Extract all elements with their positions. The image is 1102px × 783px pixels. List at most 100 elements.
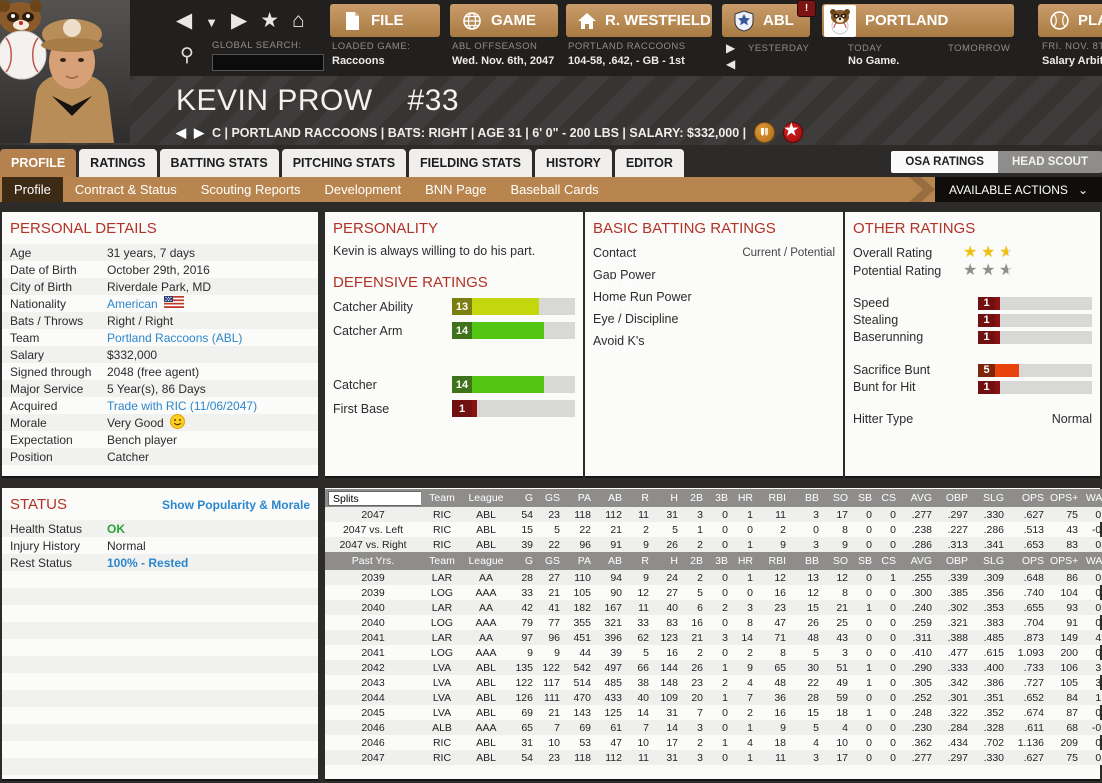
column-header[interactable]: Team	[421, 552, 463, 570]
stat-cell: 1	[866, 676, 872, 689]
manager-menu-button[interactable]: R. WESTFIELD	[566, 4, 712, 37]
prev-day-arrow-icon[interactable]: ◀	[726, 57, 735, 71]
column-header[interactable]: AVG	[899, 552, 935, 570]
tab-fielding-stats[interactable]: FIELDING STATS	[409, 149, 532, 177]
search-icon[interactable]: ⚲	[180, 44, 194, 67]
column-header[interactable]: WAR	[1081, 552, 1102, 570]
detail-link[interactable]: Portland Raccoons (ABL)	[107, 331, 242, 345]
stat-cell: LAR	[421, 600, 463, 615]
column-header[interactable]: SB	[851, 489, 875, 507]
column-header[interactable]: SLG	[971, 489, 1007, 507]
team-menu-button[interactable]: PORTLAND	[822, 4, 1014, 37]
stat-cell: 77	[548, 616, 560, 629]
league-alert-badge[interactable]: !	[797, 0, 816, 17]
column-header[interactable]: R	[625, 489, 652, 507]
next-day-arrow-icon[interactable]: ▶	[726, 41, 735, 55]
column-header[interactable]: HR	[731, 552, 756, 570]
column-header[interactable]: AB	[594, 489, 625, 507]
column-header[interactable]: OBP	[935, 489, 971, 507]
column-header[interactable]: OBP	[935, 552, 971, 570]
stat-cell: .702	[983, 736, 1004, 749]
subtab-profile[interactable]: Profile	[2, 177, 63, 202]
column-header[interactable]: 3B	[706, 489, 731, 507]
subtab-bnn-page[interactable]: BNN Page	[413, 177, 498, 202]
tab-profile[interactable]: PROFILE	[0, 149, 77, 177]
rating-row: First Base 1	[325, 400, 583, 417]
column-header[interactable]: RBI	[756, 552, 789, 570]
column-header[interactable]: BB	[789, 552, 822, 570]
column-header[interactable]: HR	[731, 489, 756, 507]
column-header[interactable]: SLG	[971, 552, 1007, 570]
column-header[interactable]: League	[463, 489, 509, 507]
column-header[interactable]: 2B	[681, 489, 706, 507]
osa-ratings-toggle[interactable]: OSA RATINGS	[891, 151, 998, 173]
subtab-development[interactable]: Development	[312, 177, 413, 202]
column-header[interactable]: 3B	[706, 552, 731, 570]
subtab-contract-status[interactable]: Contract & Status	[63, 177, 189, 202]
column-header[interactable]: 2B	[681, 552, 706, 570]
us-flag-icon	[163, 296, 184, 311]
column-header[interactable]: PA	[563, 489, 594, 507]
show-popularity-link[interactable]: Show Popularity & Morale	[162, 498, 310, 512]
league-menu-button[interactable]: ABL !	[722, 0, 816, 37]
column-header[interactable]: WAR	[1081, 489, 1102, 507]
column-header[interactable]: R	[625, 552, 652, 570]
stat-cell: 91	[1066, 616, 1078, 629]
nav-forward-icon[interactable]: ▶	[231, 8, 247, 33]
nav-dropdown-icon[interactable]: ▼	[205, 15, 218, 30]
tab-batting-stats[interactable]: BATTING STATS	[159, 149, 279, 177]
column-header[interactable]: GS	[536, 552, 563, 570]
column-header[interactable]: Past Yrs.	[325, 552, 421, 570]
available-actions-button[interactable]: AVAILABLE ACTIONS ⌄	[935, 177, 1102, 202]
detail-link[interactable]: Trade with RIC (11/06/2047)	[107, 399, 257, 413]
column-header[interactable]: H	[652, 489, 681, 507]
column-header[interactable]: AB	[594, 552, 625, 570]
column-header[interactable]: SB	[851, 552, 875, 570]
column-header[interactable]: BB	[789, 489, 822, 507]
next-player-arrow-icon[interactable]: ▶	[194, 125, 204, 141]
column-header[interactable]: League	[463, 552, 509, 570]
column-header[interactable]: OPS+	[1047, 489, 1081, 507]
column-header[interactable]: OPS	[1007, 489, 1047, 507]
nav-back-icon[interactable]: ◀	[176, 8, 192, 33]
game-menu-button[interactable]: GAME	[450, 4, 558, 37]
column-header[interactable]: OPS	[1007, 552, 1047, 570]
empty-row	[2, 588, 318, 605]
column-header[interactable]: SO	[822, 552, 851, 570]
column-header[interactable]: H	[652, 552, 681, 570]
stat-cell: 117	[543, 676, 560, 689]
head-scout-toggle[interactable]: HEAD SCOUT	[997, 151, 1102, 173]
file-menu-button[interactable]: FILE	[330, 4, 440, 37]
column-header[interactable]: AVG	[899, 489, 935, 507]
stat-cell: 21	[610, 523, 622, 536]
column-header[interactable]: CS	[875, 489, 899, 507]
column-header[interactable]: GS	[536, 489, 563, 507]
play-menu-button[interactable]: PLAY	[1038, 4, 1102, 37]
detail-label: Expectation	[10, 432, 73, 447]
column-header[interactable]: CS	[875, 552, 899, 570]
stat-cell: 9	[756, 537, 789, 552]
column-header[interactable]: Team	[421, 489, 463, 507]
column-header[interactable]: RBI	[756, 489, 789, 507]
prev-player-arrow-icon[interactable]: ◀	[176, 125, 186, 141]
subtab-scouting-reports[interactable]: Scouting Reports	[189, 177, 313, 202]
tab-history[interactable]: HISTORY	[534, 149, 612, 177]
global-search-input[interactable]	[212, 54, 324, 71]
stat-cell: AA	[463, 630, 509, 645]
column-header[interactable]: G	[509, 489, 536, 507]
splits-dropdown[interactable]: Splits	[328, 490, 421, 506]
home-icon[interactable]: ⌂	[292, 9, 305, 33]
detail-link[interactable]: American	[107, 297, 158, 311]
column-header[interactable]: OPS+	[1047, 552, 1081, 570]
stat-cell: 11	[756, 750, 789, 765]
column-header[interactable]: PA	[563, 552, 594, 570]
detail-row: Expectation Bench player	[2, 431, 318, 448]
favorite-star-icon[interactable]: ★	[260, 8, 279, 33]
tab-pitching-stats[interactable]: PITCHING STATS	[281, 149, 407, 177]
subtab-baseball-cards[interactable]: Baseball Cards	[499, 177, 611, 202]
tab-editor[interactable]: EDITOR	[614, 149, 684, 177]
column-header[interactable]: G	[509, 552, 536, 570]
column-header[interactable]: SO	[822, 489, 851, 507]
stat-cell: 1	[706, 690, 731, 705]
tab-ratings[interactable]: RATINGS	[79, 149, 157, 177]
